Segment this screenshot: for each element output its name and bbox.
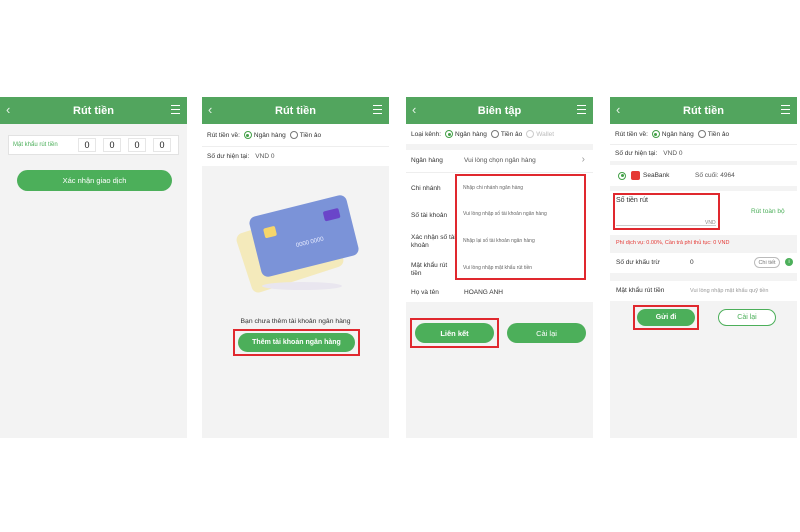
option-bank-label: Ngân hàng bbox=[253, 131, 286, 139]
info-icon[interactable]: i bbox=[785, 258, 793, 266]
password-digit[interactable]: 0 bbox=[103, 138, 121, 152]
account-last-digits: Số cuối: 4964 bbox=[695, 172, 735, 179]
detail-button[interactable]: Chi tiết bbox=[754, 257, 780, 268]
amount-label: Số tiền rút bbox=[616, 197, 648, 204]
password-input[interactable]: Vui lòng nhập mật khẩu quỹ tiền bbox=[690, 288, 768, 294]
seabank-logo-icon bbox=[631, 171, 640, 180]
withdraw-password-field[interactable]: Mật khẩu rút tiền 0 0 0 0 bbox=[8, 135, 179, 155]
radio-bank[interactable] bbox=[243, 131, 252, 139]
card-shadow bbox=[262, 282, 342, 290]
option-bank-label: Ngân hàng bbox=[455, 130, 487, 138]
menu-icon[interactable] bbox=[781, 105, 790, 114]
withdraw-to-row: Rút tiền về: Ngân hàng Tiền ảo bbox=[202, 124, 389, 146]
radio-bank-account[interactable] bbox=[618, 171, 626, 180]
link-button[interactable]: Liên kết bbox=[415, 323, 494, 343]
withdraw-password-input[interactable]: Vui lòng nhập mật khẩu rút tiền bbox=[463, 265, 532, 271]
password-digit[interactable]: 0 bbox=[128, 138, 146, 152]
password-label: Mật khẩu rút tiền bbox=[13, 142, 58, 148]
withdraw-all-link[interactable]: Rút toàn bộ bbox=[751, 208, 785, 215]
radio-bank[interactable] bbox=[651, 130, 660, 138]
radio-ewallet[interactable] bbox=[289, 131, 298, 139]
card-strip-icon bbox=[322, 207, 341, 222]
deduct-row: Số dư khấu trừ 0 Chi tiết i bbox=[610, 253, 797, 273]
balance-label: Số dư hiện tại: bbox=[615, 149, 658, 157]
field-label-account: Số tài khoản bbox=[411, 212, 448, 219]
card-number: 0000 0000 bbox=[295, 236, 325, 250]
bank-name: SeaBank bbox=[643, 172, 670, 179]
balance-value: VND 0 bbox=[255, 153, 275, 160]
channel-type-row: Loại kênh: Ngân hàng Tiền ảo Wallet bbox=[406, 124, 593, 144]
withdraw-to-label: Rút tiền về: bbox=[207, 131, 240, 139]
radio-ewallet[interactable] bbox=[490, 130, 499, 138]
bank-card-illustration: 0000 0000 bbox=[232, 187, 362, 297]
radio-ewallet[interactable] bbox=[697, 130, 706, 138]
balance-value: VND 0 bbox=[663, 149, 683, 157]
add-bank-account-button[interactable]: Thêm tài khoản ngân hàng bbox=[238, 333, 355, 352]
reset-button[interactable]: Cài lại bbox=[507, 323, 586, 343]
account-number-input[interactable]: Vui lòng nhập số tài khoản ngân hàng bbox=[463, 211, 547, 217]
header: ‹ Rút tiền bbox=[202, 97, 389, 124]
option-bank-label: Ngân hàng bbox=[661, 130, 694, 138]
screen-edit-bank: ‹ Biên tập Loại kênh: Ngân hàng Tiền ảo … bbox=[406, 97, 593, 438]
radio-wallet[interactable] bbox=[526, 130, 535, 138]
password-row: Mật khẩu rút tiền Vui lòng nhập mật khẩu… bbox=[610, 281, 797, 301]
balance-label: Số dư hiện tại: bbox=[207, 153, 250, 160]
page-title: Rút tiền bbox=[275, 104, 316, 117]
send-button[interactable]: Gửi đi bbox=[637, 309, 695, 326]
page-title: Rút tiền bbox=[73, 104, 114, 117]
header: ‹ Rút tiền bbox=[610, 97, 797, 124]
balance-row: Số dư hiện tại: VND 0 bbox=[202, 146, 389, 166]
password-digit[interactable]: 0 bbox=[78, 138, 96, 152]
option-wallet-label: Wallet bbox=[536, 130, 555, 138]
header: ‹ Rút tiền bbox=[0, 97, 187, 124]
option-ewallet-label: Tiền ảo bbox=[299, 131, 322, 139]
field-label-confirm-account: Xác nhận số tài khoản bbox=[411, 234, 456, 249]
back-icon[interactable]: ‹ bbox=[208, 102, 212, 117]
bank-account-row[interactable]: SeaBank Số cuối: 4964 bbox=[610, 165, 797, 186]
card-chip-icon bbox=[263, 225, 278, 239]
balance-row: Số dư hiện tại: VND 0 bbox=[610, 144, 797, 161]
radio-bank[interactable] bbox=[445, 130, 453, 138]
chevron-right-icon[interactable]: › bbox=[582, 154, 585, 165]
confirm-transaction-button[interactable]: Xác nhận giao dịch bbox=[17, 170, 172, 191]
back-icon[interactable]: ‹ bbox=[616, 102, 620, 117]
header: ‹ Biên tập bbox=[406, 97, 593, 124]
amount-input[interactable] bbox=[616, 207, 716, 226]
withdraw-to-row: Rút tiền về: Ngân hàng Tiền ảo bbox=[610, 124, 797, 144]
empty-message: Bạn chưa thêm tài khoản ngân hàng bbox=[240, 318, 351, 325]
screen-withdraw-form: ‹ Rút tiền Rút tiền về: Ngân hàng Tiền ả… bbox=[610, 97, 797, 438]
page-title: Rút tiền bbox=[683, 104, 724, 117]
screen-withdraw-password: ‹ Rút tiền Mật khẩu rút tiền 0 0 0 0 Xác… bbox=[0, 97, 187, 438]
screen-withdraw-empty: ‹ Rút tiền Rút tiền về: Ngân hàng Tiền ả… bbox=[202, 97, 389, 438]
deduct-label: Số dư khấu trừ bbox=[616, 259, 660, 266]
back-icon[interactable]: ‹ bbox=[6, 102, 10, 117]
password-label: Mật khẩu rút tiền bbox=[616, 287, 665, 294]
withdraw-to-label: Rút tiền về: bbox=[615, 130, 648, 138]
reset-button[interactable]: Cài lại bbox=[718, 309, 776, 326]
bank-select[interactable]: Vui lòng chọn ngân hàng bbox=[464, 157, 536, 164]
field-label-branch: Chi nhánh bbox=[411, 185, 441, 192]
fullname-value: HOANG ANH bbox=[464, 289, 504, 296]
back-icon[interactable]: ‹ bbox=[412, 102, 416, 117]
card-front-image: 0000 0000 bbox=[247, 193, 361, 279]
branch-input[interactable]: Nhập chi nhánh ngân hàng bbox=[463, 185, 523, 191]
option-ewallet-label: Tiền ảo bbox=[500, 130, 523, 138]
fee-text: Phí dịch vụ: 0.00%, Cần trả phí thủ tục:… bbox=[616, 240, 730, 246]
password-digit[interactable]: 0 bbox=[153, 138, 171, 152]
menu-icon[interactable] bbox=[373, 105, 382, 114]
deduct-value: 0 bbox=[690, 259, 694, 266]
option-ewallet-label: Tiền ảo bbox=[707, 130, 730, 138]
page-title: Biên tập bbox=[477, 104, 522, 117]
field-label-bank: Ngân hàng bbox=[411, 157, 443, 164]
amount-unit: VND bbox=[705, 220, 716, 226]
menu-icon[interactable] bbox=[577, 105, 586, 114]
confirm-account-input[interactable]: Nhập lại số tài khoản ngân hàng bbox=[463, 238, 535, 244]
menu-icon[interactable] bbox=[171, 105, 180, 114]
field-label-fullname: Họ và tên bbox=[411, 289, 439, 296]
field-label-withdraw-password: Mật khẩu rút tiền bbox=[411, 262, 448, 277]
channel-type-label: Loại kênh: bbox=[411, 130, 441, 138]
